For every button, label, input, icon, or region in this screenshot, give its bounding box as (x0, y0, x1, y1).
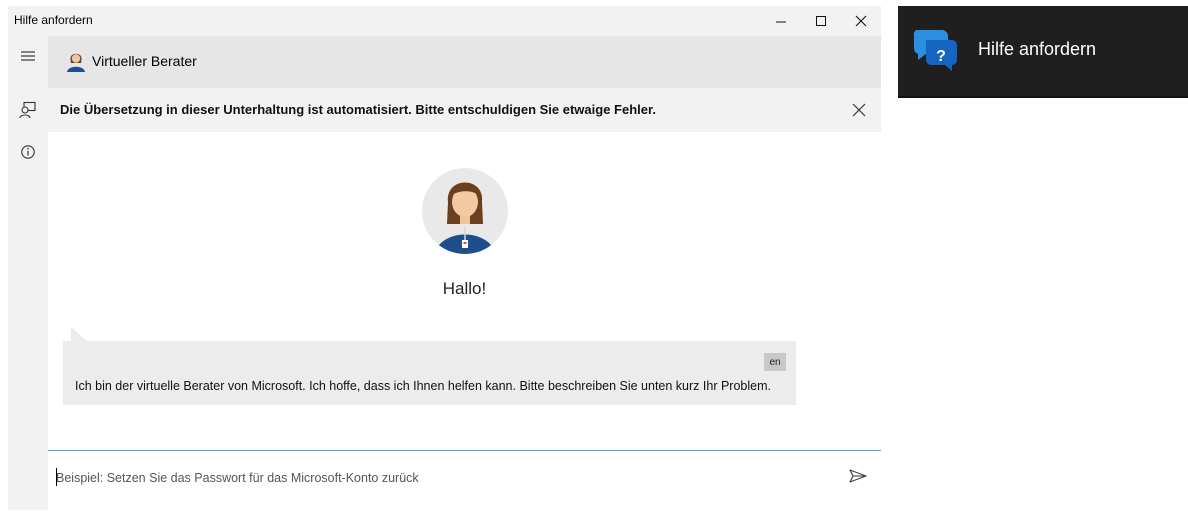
advisor-avatar-icon (64, 48, 88, 72)
translation-banner: Die Übersetzung in dieser Unterhaltung i… (48, 88, 881, 132)
menu-button[interactable] (8, 40, 48, 72)
bubble-tail (71, 327, 87, 341)
left-nav (8, 36, 48, 510)
person-chat-icon (19, 101, 36, 119)
taskbar-app-label: Hilfe anfordern (978, 39, 1097, 59)
info-icon (21, 145, 35, 159)
banner-text: Die Übersetzung in dieser Unterhaltung i… (60, 102, 656, 117)
bot-message-text: Ich bin der virtuelle Berater von Micros… (75, 379, 771, 393)
bot-message-bubble: en Ich bin der virtuelle Berater von Mic… (63, 341, 796, 405)
app-window: Hilfe anfordern Virtueller Berater Die Ü… (8, 6, 881, 511)
title-bar: Hilfe anfordern (8, 6, 881, 36)
minimize-icon (776, 21, 786, 23)
contact-support-button[interactable] (8, 94, 48, 126)
send-icon (849, 469, 867, 483)
get-help-icon: ? (913, 30, 957, 71)
conversation-header: Virtueller Berater (48, 36, 881, 88)
info-button[interactable] (8, 136, 48, 168)
language-badge[interactable]: en (764, 353, 786, 371)
message-composer (48, 450, 881, 511)
svg-text:?: ? (936, 48, 946, 65)
close-icon (855, 15, 867, 27)
header-title: Virtueller Berater (92, 53, 197, 69)
window-title: Hilfe anfordern (14, 13, 93, 27)
minimize-button[interactable] (761, 6, 801, 36)
message-input[interactable] (56, 465, 836, 491)
chat-area: Hallo! en Ich bin der virtuelle Berater … (48, 132, 881, 450)
advisor-portrait (422, 168, 508, 254)
taskbar-app-button[interactable]: ? Hilfe anfordern (898, 6, 1188, 98)
maximize-icon (816, 16, 826, 26)
maximize-button[interactable] (801, 6, 841, 36)
banner-close-button[interactable] (847, 98, 871, 122)
close-button[interactable] (841, 6, 881, 36)
greeting-text: Hallo! (442, 279, 487, 298)
close-icon (852, 103, 866, 117)
hamburger-icon (21, 51, 35, 61)
send-button[interactable] (847, 465, 869, 487)
